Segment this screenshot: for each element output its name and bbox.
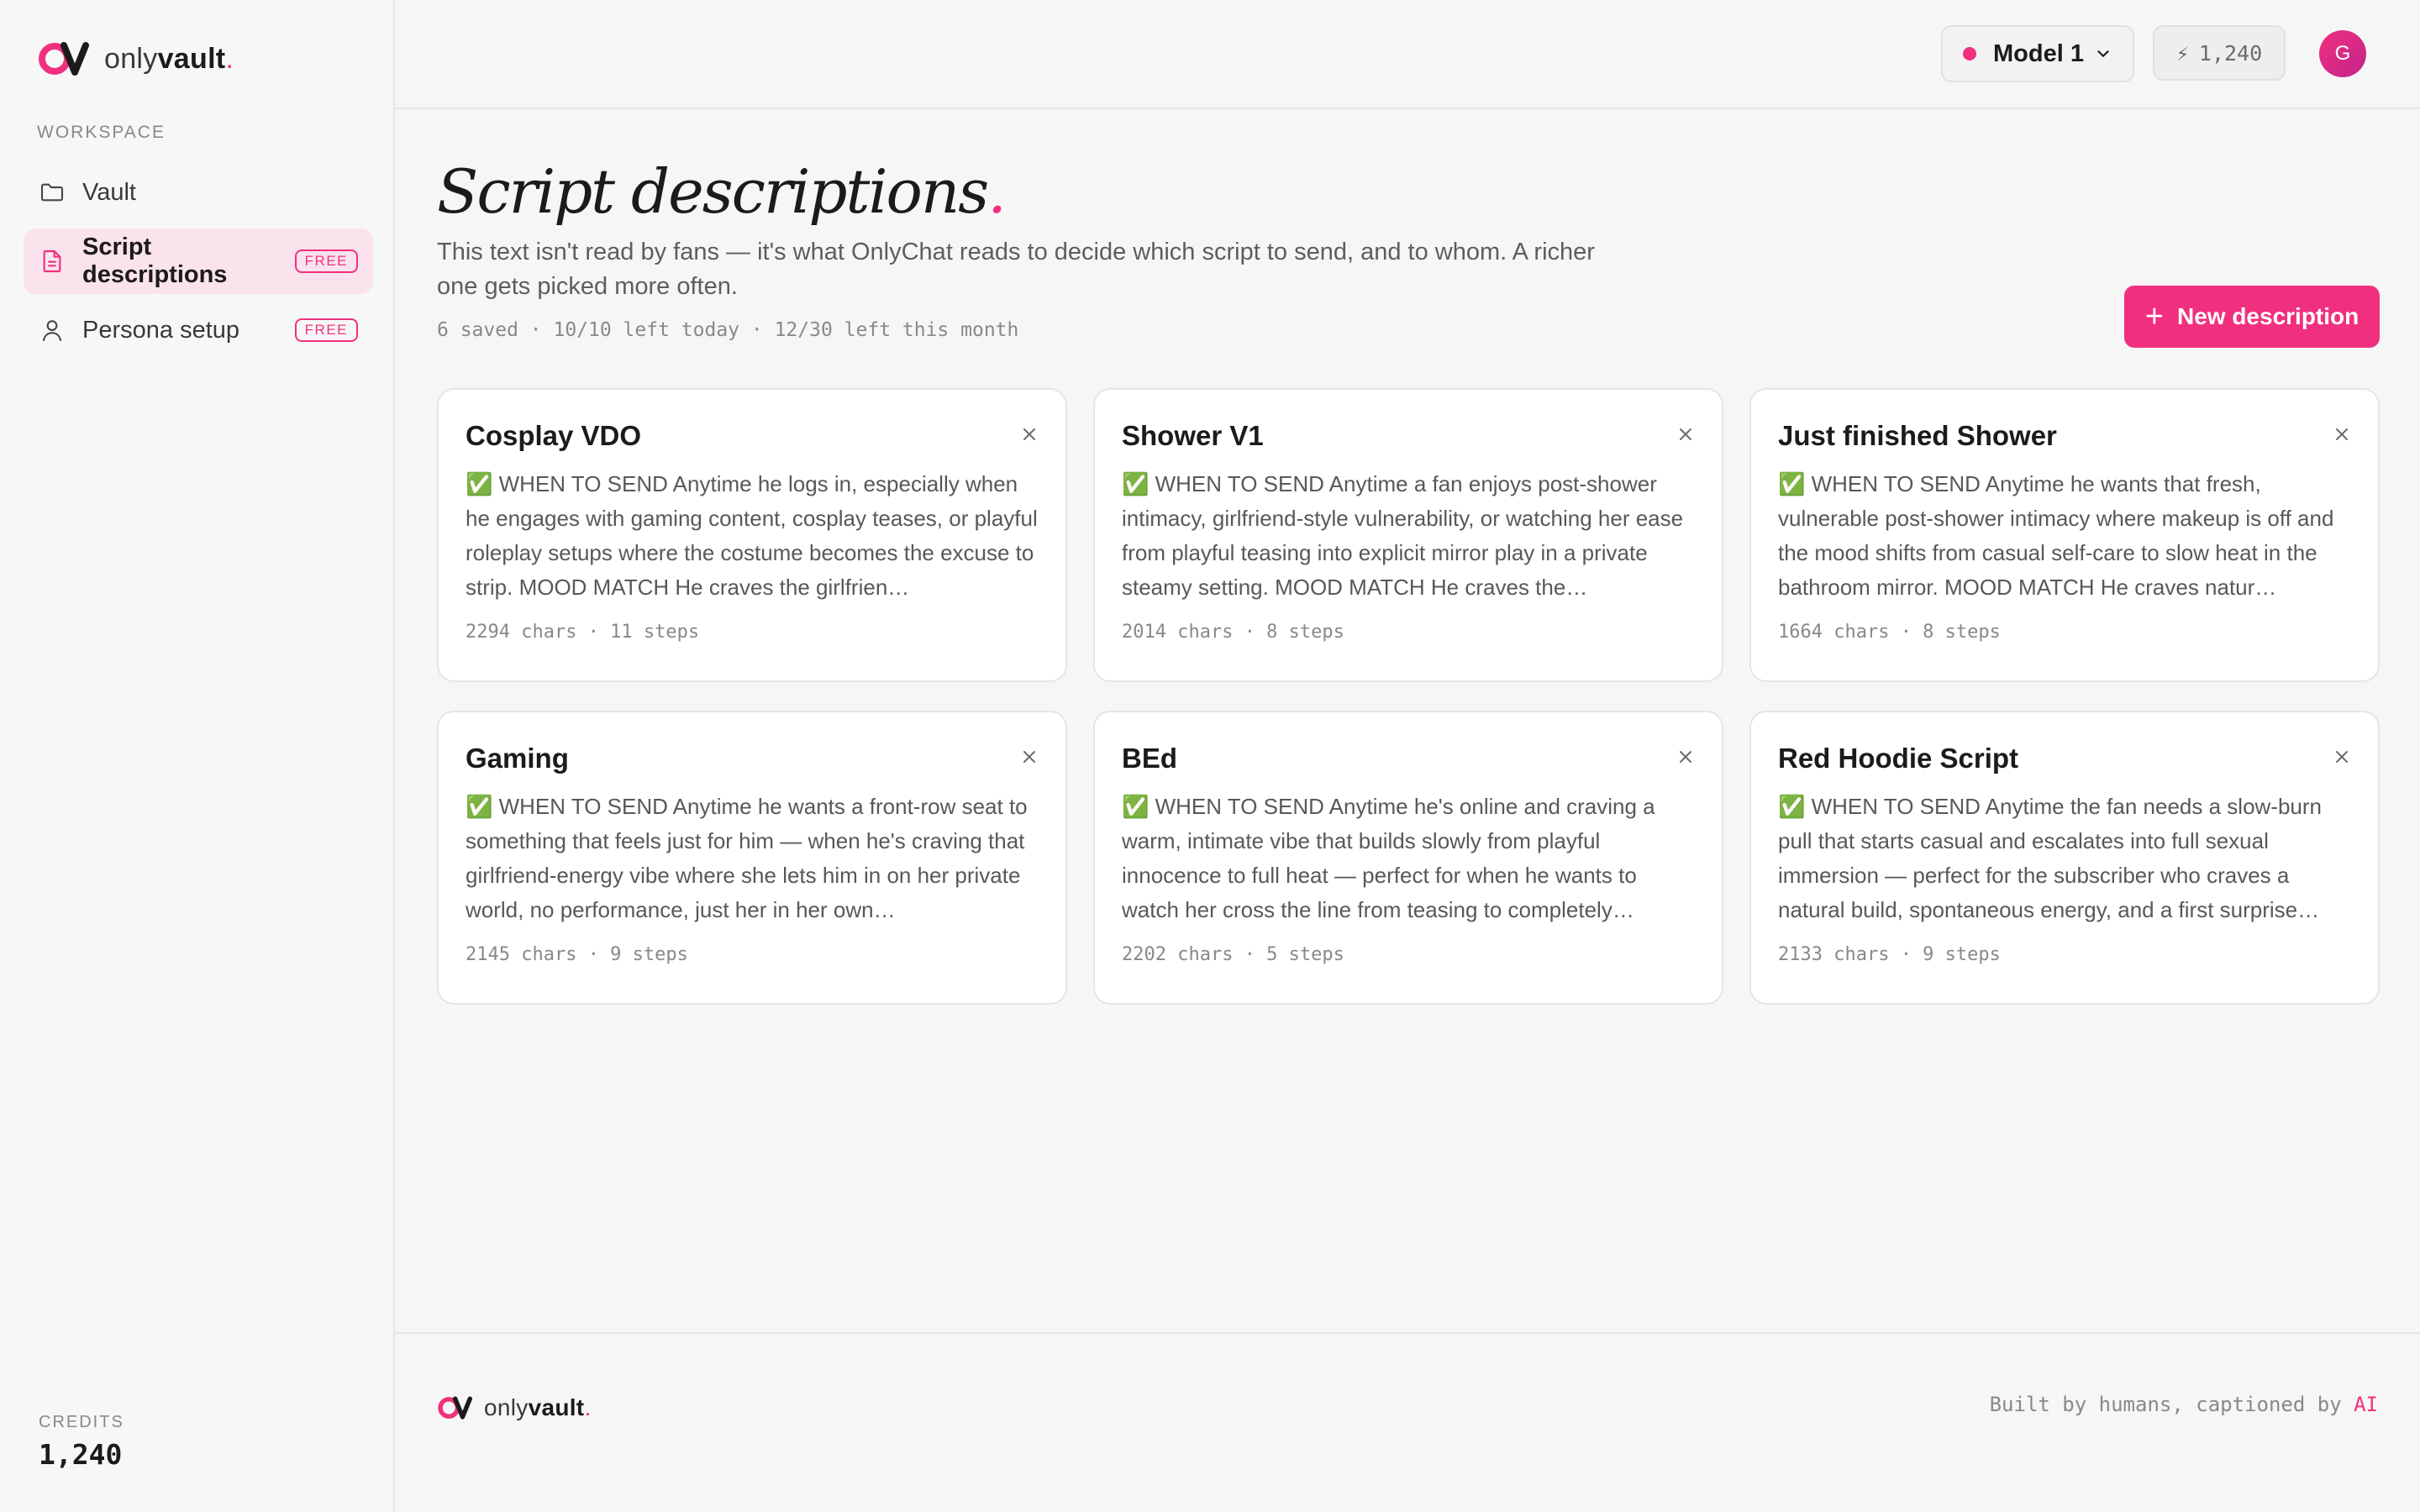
- workspace-label: WORKSPACE: [37, 123, 166, 142]
- footer-brand-logo[interactable]: onlyvault.: [437, 1394, 592, 1421]
- model-selector[interactable]: Model 1: [1941, 25, 2134, 82]
- topbar: Model 1 ⚡ 1,240 G: [395, 0, 2420, 109]
- sidebar: onlyvault. WORKSPACE Vault Script descri…: [0, 0, 395, 1512]
- card-body: ✅ WHEN TO SEND Anytime he logs in, espec…: [466, 471, 1038, 600]
- logo-icon: [39, 42, 89, 76]
- card-meta: 1664 chars · 8 steps: [1778, 622, 2001, 643]
- card-title: Just finished Shower: [1778, 420, 2057, 451]
- sidebar-item-script-descriptions[interactable]: Script descriptions FREE: [24, 228, 373, 294]
- card-meta: 2294 chars · 11 steps: [466, 622, 700, 643]
- card-meta: 2202 chars · 5 steps: [1122, 944, 1344, 965]
- card-title: Gaming: [466, 743, 569, 774]
- card-body: ✅ WHEN TO SEND Anytime the fan needs a s…: [1778, 794, 2323, 922]
- sidebar-item-label: Script descriptions: [82, 234, 228, 288]
- model-label: Model 1: [1993, 39, 2084, 67]
- free-badge: FREE: [294, 249, 358, 273]
- card-meta: 2145 chars · 9 steps: [466, 944, 688, 965]
- model-status-dot: [1963, 47, 1976, 60]
- card-body: ✅ WHEN TO SEND Anytime he's online and c…: [1122, 794, 1655, 922]
- logo-icon: [438, 1396, 472, 1420]
- card-title: Red Hoodie Script: [1778, 743, 2019, 774]
- credits-chip: ⚡ 1,240: [2153, 25, 2286, 81]
- description-card[interactable]: Cosplay VDO ✅ WHEN TO SEND Anytime he lo…: [437, 388, 1067, 682]
- footer-credit: Built by humans, captioned by AI: [1989, 1393, 2378, 1416]
- chevron-down-icon: [2097, 50, 2109, 57]
- description-card[interactable]: Just finished Shower ✅ WHEN TO SEND Anyt…: [1749, 388, 2380, 682]
- card-title: BEd: [1122, 743, 1177, 774]
- footer: onlyvault. Built by humans, captioned by…: [395, 1332, 2420, 1512]
- card-body: ✅ WHEN TO SEND Anytime a fan enjoys post…: [1122, 471, 1684, 600]
- page-title: Script descriptions.: [437, 156, 1007, 227]
- card-body: ✅ WHEN TO SEND Anytime he wants that fre…: [1778, 471, 2334, 600]
- description-card[interactable]: BEd ✅ WHEN TO SEND Anytime he's online a…: [1093, 711, 1723, 1005]
- close-icon[interactable]: [1015, 743, 1044, 771]
- close-icon[interactable]: [1015, 420, 1044, 449]
- sidebar-item-persona-setup[interactable]: Persona setup FREE: [24, 297, 373, 363]
- card-meta: 2133 chars · 9 steps: [1778, 944, 2001, 965]
- close-icon[interactable]: [1671, 420, 1700, 449]
- credits-chip-value: 1,240: [2198, 40, 2263, 66]
- sidebar-item-label: Persona setup: [82, 316, 240, 344]
- credits-value: 1,240: [39, 1438, 123, 1471]
- new-description-label: New description: [2176, 303, 2360, 329]
- sidebar-item-label: Vault: [82, 178, 136, 206]
- footer-brand-name: onlyvault.: [484, 1394, 592, 1420]
- bolt-icon: ⚡: [2175, 40, 2189, 66]
- description-card[interactable]: Gaming ✅ WHEN TO SEND Anytime he wants a…: [437, 711, 1067, 1005]
- page-meta: 6 saved · 10/10 left today · 12/30 left …: [437, 319, 1019, 341]
- close-icon[interactable]: [1671, 743, 1700, 771]
- card-meta: 2014 chars · 8 steps: [1122, 622, 1344, 643]
- card-title: Shower V1: [1122, 420, 1264, 451]
- card-body: ✅ WHEN TO SEND Anytime he wants a front-…: [466, 794, 1028, 922]
- new-description-button[interactable]: + New description: [2124, 286, 2380, 348]
- free-badge: FREE: [294, 318, 358, 342]
- credits-label: CREDITS: [39, 1413, 124, 1431]
- sidebar-item-vault[interactable]: Vault: [24, 160, 373, 225]
- document-icon: [43, 249, 61, 273]
- description-card[interactable]: Shower V1 ✅ WHEN TO SEND Anytime a fan e…: [1093, 388, 1723, 682]
- sidebar-nav: Vault Script descriptions FREE Persona s…: [24, 160, 373, 366]
- close-icon[interactable]: [2328, 743, 2356, 771]
- brand-name: onlyvault.: [104, 42, 234, 75]
- close-icon[interactable]: [2328, 420, 2356, 449]
- page-description: This text isn't read by fans — it's what…: [437, 239, 1595, 300]
- brand-logo[interactable]: onlyvault.: [37, 40, 234, 77]
- description-card[interactable]: Red Hoodie Script ✅ WHEN TO SEND Anytime…: [1749, 711, 2380, 1005]
- avatar[interactable]: G: [2319, 30, 2366, 77]
- folder-icon: [40, 183, 64, 202]
- card-title: Cosplay VDO: [466, 420, 642, 451]
- user-icon: [42, 320, 62, 342]
- plus-icon: +: [2144, 299, 2164, 334]
